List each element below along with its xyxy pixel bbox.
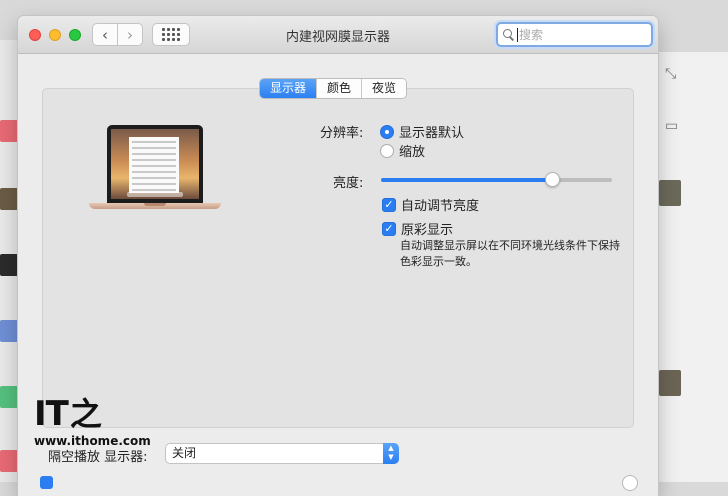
watermark-url: www.ithome.com (34, 434, 151, 448)
brightness-slider-thumb[interactable] (544, 172, 560, 187)
brightness-label: 亮度: (333, 176, 364, 191)
search-field[interactable]: 搜索 (496, 22, 653, 47)
true-tone-checkbox[interactable]: ✓ 原彩显示 (382, 219, 453, 238)
auto-brightness-label: 自动调节亮度 (401, 199, 480, 214)
tab-night-shift[interactable]: 夜览 (361, 79, 407, 98)
search-placeholder: 搜索 (519, 28, 544, 42)
background-pixel (0, 386, 18, 408)
auto-brightness-checkbox[interactable]: ✓ 自动调节亮度 (382, 195, 479, 214)
radio-unselected[interactable] (380, 143, 394, 158)
airplay-display-value: 关闭 (172, 446, 197, 460)
background-pixel (0, 450, 18, 472)
resolution-default-label: 显示器默认 (399, 126, 465, 141)
watermark-logo: IT 之 (34, 394, 102, 434)
resolution-label: 分辨率: (320, 126, 364, 141)
tab-bar: 显示器 颜色 夜览 (259, 78, 408, 99)
tab-display[interactable]: 显示器 (260, 79, 317, 98)
airplay-display-label: 隔空播放 显示器: (48, 450, 148, 465)
background-pixel (659, 370, 681, 396)
checkmark-icon[interactable]: ✓ (382, 197, 396, 212)
radio-selected[interactable] (380, 124, 394, 139)
background-pixel (0, 188, 18, 210)
background-pixel (0, 254, 18, 276)
resolution-default-option[interactable]: 显示器默认 (380, 122, 464, 141)
search-icon (502, 28, 515, 41)
airplay-display-select[interactable]: 关闭 ▲ ▼ (165, 443, 399, 464)
background-pixel (659, 180, 681, 206)
laptop-illustration (89, 125, 221, 233)
help-icon[interactable] (622, 475, 638, 491)
true-tone-label: 原彩显示 (401, 223, 454, 238)
brightness-slider[interactable] (381, 172, 612, 188)
watermark: IT 之 www.ithome.com (34, 395, 151, 448)
compose-icon: ▭ (665, 118, 679, 134)
checkmark-icon[interactable]: ✓ (382, 221, 396, 236)
expand-icon: ⤡ (665, 66, 677, 82)
background-pixel (0, 120, 18, 142)
tab-color[interactable]: 颜色 (316, 79, 362, 98)
title-bar: ‹ › 内建视网膜显示器 搜索 (18, 16, 658, 54)
resolution-scaled-option[interactable]: 缩放 (380, 141, 425, 160)
resolution-scaled-label: 缩放 (399, 145, 426, 160)
background-pixel (0, 320, 18, 342)
true-tone-description: 自动调整显示屏以在不同环境光线条件下保持色彩显示一致。 (400, 239, 620, 268)
select-arrows-icon: ▲ ▼ (383, 443, 399, 464)
mirroring-checkbox[interactable] (40, 476, 53, 489)
text-cursor (517, 27, 518, 42)
